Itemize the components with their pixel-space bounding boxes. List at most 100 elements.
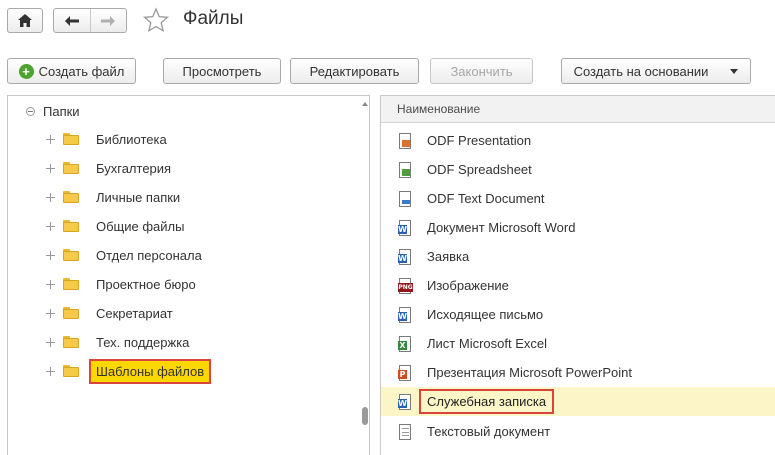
forward-button[interactable]	[89, 9, 126, 32]
folder-label: Тех. поддержка	[96, 334, 190, 350]
odf-presentation-icon	[398, 132, 413, 149]
files-list: Наименование ODF Presentation ODF Spread…	[380, 95, 775, 455]
create-based-on-label: Создать на основании	[573, 63, 709, 79]
expand-icon[interactable]	[46, 337, 55, 347]
powerpoint-icon: P	[398, 364, 413, 381]
folder-item[interactable]: Проектное бюро	[46, 272, 196, 296]
file-name: Заявка	[427, 249, 470, 264]
chevron-down-icon	[730, 68, 739, 74]
png-icon: PNG	[398, 277, 413, 294]
back-button[interactable]	[54, 9, 90, 32]
home-button[interactable]	[7, 8, 43, 33]
create-file-button[interactable]: + Создать файл	[7, 58, 136, 84]
file-row[interactable]: ODF Spreadsheet	[381, 155, 775, 184]
folder-label: Секретариат	[96, 305, 173, 321]
finish-label: Закончить	[450, 63, 513, 79]
folder-label: Проектное бюро	[96, 276, 196, 292]
expand-icon[interactable]	[46, 134, 55, 144]
file-name: Документ Microsoft Word	[427, 220, 576, 235]
file-name: ODF Text Document	[427, 191, 545, 206]
folder-label: Бухгалтерия	[96, 160, 172, 176]
word-icon: W	[398, 306, 413, 323]
file-name: Текстовый документ	[427, 424, 551, 439]
expand-icon[interactable]	[46, 192, 55, 202]
folder-label: Библиотека	[96, 131, 167, 147]
expand-icon[interactable]	[46, 163, 55, 173]
folder-icon	[63, 162, 79, 174]
tree-scrollbar[interactable]	[360, 96, 369, 455]
home-icon	[18, 14, 32, 27]
title-bar: Файлы	[0, 0, 775, 44]
file-name: ODF Presentation	[427, 133, 532, 148]
folder-icon	[63, 307, 79, 319]
file-row[interactable]: ODF Presentation	[381, 126, 775, 155]
folder-icon	[63, 365, 79, 377]
file-name: Лист Microsoft Excel	[427, 336, 547, 351]
collapse-icon[interactable]	[26, 106, 35, 116]
folder-icon	[63, 133, 79, 145]
history-navigation	[53, 8, 127, 33]
page-title: Файлы	[183, 8, 244, 29]
view-label: Просмотреть	[182, 63, 262, 79]
folder-item[interactable]: Библиотека	[46, 127, 167, 151]
file-row[interactable]: ODF Text Document	[381, 184, 775, 213]
excel-icon: X	[398, 335, 413, 352]
file-row[interactable]: P Презентация Microsoft PowerPoint	[381, 358, 775, 387]
create-based-on-button[interactable]: Создать на основании	[561, 58, 751, 84]
scroll-up-icon[interactable]	[362, 102, 368, 106]
expand-icon[interactable]	[46, 279, 55, 289]
folder-item[interactable]: Личные папки	[46, 185, 180, 209]
folder-icon	[63, 191, 79, 203]
file-row-selected[interactable]: W Служебная записка	[381, 387, 775, 416]
arrow-right-icon	[101, 15, 116, 26]
expand-icon[interactable]	[46, 308, 55, 318]
finish-button[interactable]: Закончить	[430, 58, 533, 84]
odf-spreadsheet-icon	[398, 161, 413, 178]
folder-item[interactable]: Отдел персонала	[46, 243, 202, 267]
text-icon	[398, 423, 413, 440]
folder-item[interactable]: Общие файлы	[46, 214, 184, 238]
edit-label: Редактировать	[309, 63, 400, 79]
expand-icon[interactable]	[46, 250, 55, 260]
expand-icon[interactable]	[46, 366, 55, 376]
file-row[interactable]: W Исходящее письмо	[381, 300, 775, 329]
file-name: Исходящее письмо	[427, 307, 544, 322]
file-name: Служебная записка	[419, 389, 555, 414]
folder-icon	[63, 336, 79, 348]
file-row[interactable]: W Документ Microsoft Word	[381, 213, 775, 242]
folder-icon	[63, 278, 79, 290]
folder-item[interactable]: Бухгалтерия	[46, 156, 171, 180]
file-name: Изображение	[427, 278, 509, 293]
file-row[interactable]: Текстовый документ	[381, 417, 775, 446]
file-name: ODF Spreadsheet	[427, 162, 532, 177]
edit-button[interactable]: Редактировать	[290, 58, 419, 84]
folder-label: Шаблоны файлов	[89, 358, 212, 384]
favorite-star-icon[interactable]	[143, 7, 169, 33]
file-name: Презентация Microsoft PowerPoint	[427, 365, 632, 380]
view-button[interactable]: Просмотреть	[163, 58, 281, 84]
scrollbar-thumb[interactable]	[362, 407, 368, 425]
odf-text-icon	[398, 190, 413, 207]
folders-tree: Папки Библиотека Бухгалтерия Личные папк…	[7, 95, 370, 455]
folder-icon	[63, 220, 79, 232]
file-row[interactable]: PNG Изображение	[381, 271, 775, 300]
folder-icon	[63, 249, 79, 261]
folder-item[interactable]: Секретариат	[46, 301, 173, 325]
add-icon: +	[18, 63, 34, 79]
folder-label: Личные папки	[96, 189, 181, 205]
tree-root-folders[interactable]: Папки	[26, 102, 80, 120]
folder-label: Общие файлы	[96, 218, 185, 234]
word-icon: W	[398, 219, 413, 236]
word-icon: W	[398, 248, 413, 265]
folder-label: Отдел персонала	[96, 247, 202, 263]
word-icon: W	[398, 393, 413, 410]
create-file-label: Создать файл	[38, 63, 125, 79]
expand-icon[interactable]	[46, 221, 55, 231]
tree-root-label: Папки	[43, 103, 80, 119]
file-row[interactable]: X Лист Microsoft Excel	[381, 329, 775, 358]
file-row[interactable]: W Заявка	[381, 242, 775, 271]
folder-item-selected[interactable]: Шаблоны файлов	[46, 358, 212, 384]
column-header-name[interactable]: Наименование	[381, 96, 775, 123]
arrow-left-icon	[64, 15, 79, 26]
folder-item[interactable]: Тех. поддержка	[46, 330, 189, 354]
